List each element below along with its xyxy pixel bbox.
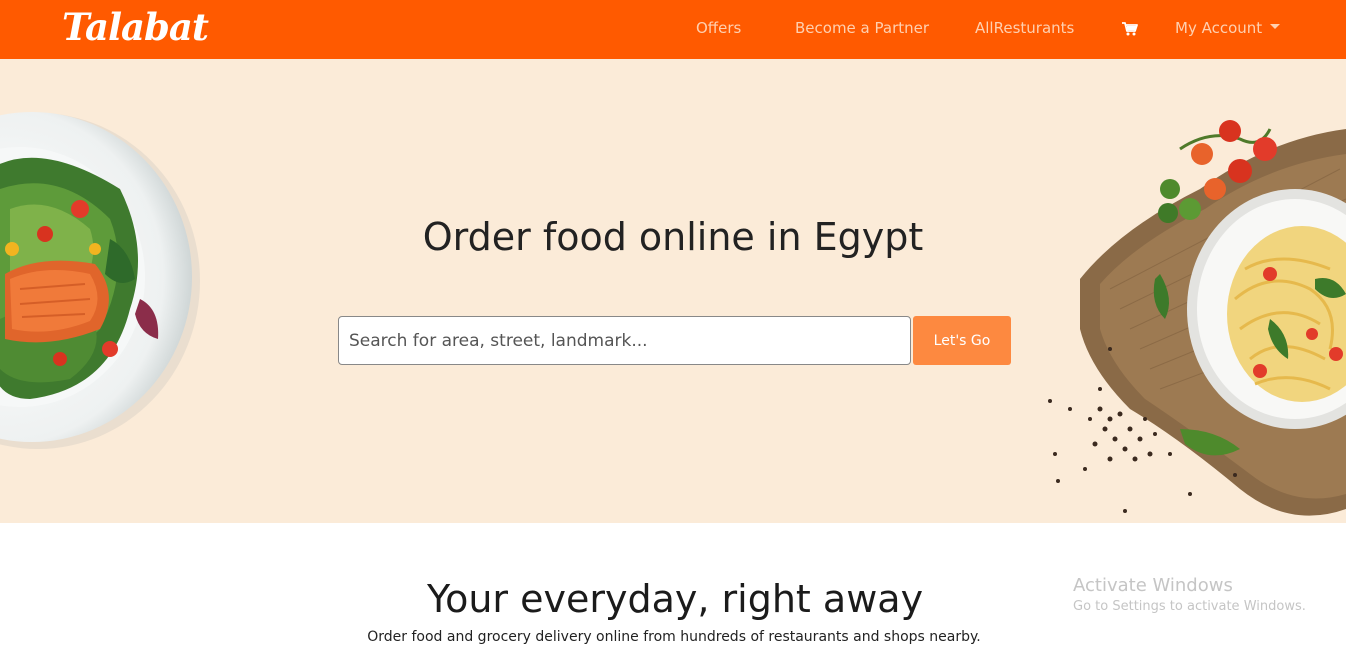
lets-go-button[interactable]: Let's Go	[913, 316, 1011, 365]
activate-windows-watermark: Activate Windows Go to Settings to activ…	[1073, 574, 1306, 616]
watermark-title: Activate Windows	[1073, 575, 1233, 596]
section-subtitle: Order food and grocery delivery online f…	[367, 629, 981, 645]
my-account-label: My Account	[1175, 19, 1263, 37]
nav-become-partner-link[interactable]: Become a Partner	[795, 18, 929, 38]
cart-icon[interactable]	[1121, 20, 1139, 38]
my-account-dropdown[interactable]: My Account	[1175, 18, 1281, 38]
brand-logo[interactable]: Talabat	[62, 2, 209, 52]
watermark-subtitle: Go to Settings to activate Windows.	[1073, 599, 1306, 614]
area-search-input[interactable]	[338, 316, 911, 365]
salad-plate-image	[0, 112, 200, 449]
nav-offers-link[interactable]: Offers	[696, 18, 741, 38]
top-navbar: Talabat Offers Become a Partner AllRestu…	[0, 0, 1346, 59]
pasta-plate-image	[1048, 120, 1346, 516]
hero-title: Order food online in Egypt	[422, 215, 924, 259]
caret-down-icon	[1270, 24, 1281, 29]
nav-all-restaurants-link[interactable]: AllResturants	[975, 18, 1074, 38]
hero-section: Order food online in Egypt Let's Go	[0, 59, 1346, 523]
